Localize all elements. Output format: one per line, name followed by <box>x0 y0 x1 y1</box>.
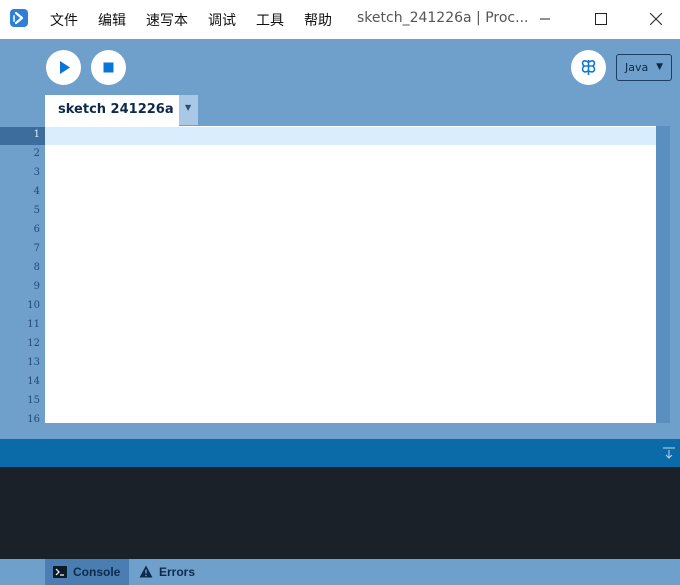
run-button[interactable] <box>46 50 81 85</box>
maximize-button[interactable] <box>578 0 624 39</box>
menu-help[interactable]: 帮助 <box>304 10 332 30</box>
title-bar: 文件 编辑 速写本 调试 工具 帮助 sketch_241226a | Proc… <box>0 0 680 39</box>
stop-button[interactable] <box>91 50 126 85</box>
mode-label: Java <box>625 61 649 74</box>
current-line-highlight <box>45 127 656 145</box>
tab-errors[interactable]: Errors <box>133 559 205 585</box>
line-number: 1 <box>33 129 40 140</box>
terminal-icon <box>53 566 67 578</box>
menu-file[interactable]: 文件 <box>50 10 78 30</box>
status-bar <box>0 439 680 467</box>
line-number: 8 <box>33 262 40 273</box>
line-number: 6 <box>33 224 40 235</box>
errors-label: Errors <box>159 565 196 579</box>
line-number: 14 <box>27 376 40 387</box>
mode-selector[interactable]: Java ▼ <box>616 54 672 81</box>
maximize-icon <box>595 13 607 25</box>
line-number: 4 <box>33 186 40 197</box>
tab-menu-button[interactable]: ▼ <box>179 95 198 125</box>
vertical-scrollbar[interactable] <box>656 126 670 423</box>
chevron-down-icon: ▼ <box>185 103 192 112</box>
stop-icon <box>103 62 114 73</box>
line-number: 5 <box>33 205 40 216</box>
processing-logo-icon <box>10 9 28 27</box>
line-number: 10 <box>27 300 40 311</box>
close-button[interactable] <box>633 0 679 39</box>
close-icon <box>650 13 662 25</box>
editor-bottom-margin <box>0 423 680 439</box>
console-label: Console <box>73 565 121 579</box>
menu-edit[interactable]: 编辑 <box>98 10 126 30</box>
line-number: 15 <box>27 395 40 406</box>
line-number: 13 <box>27 357 40 368</box>
line-number: 12 <box>27 338 40 349</box>
play-icon <box>60 61 70 74</box>
debugger-button[interactable] <box>571 50 606 85</box>
warning-icon <box>139 565 153 578</box>
chevron-down-icon: ▼ <box>656 62 663 72</box>
menu-debug[interactable]: 调试 <box>208 10 236 30</box>
debugger-butterfly-icon <box>581 60 596 75</box>
tab-label: sketch 241226a <box>58 102 174 117</box>
line-number: 9 <box>33 281 40 292</box>
tab-sketch[interactable]: sketch 241226a <box>45 95 179 126</box>
console-output[interactable] <box>0 467 680 559</box>
line-number: 2 <box>33 148 40 159</box>
code-editor[interactable] <box>45 126 656 423</box>
line-number: 11 <box>27 319 40 330</box>
minimize-icon <box>540 18 550 20</box>
minimize-button[interactable] <box>522 0 568 39</box>
tab-console[interactable]: Console <box>45 559 129 585</box>
menu-sketch[interactable]: 速写本 <box>146 10 188 30</box>
line-number: 7 <box>33 243 40 254</box>
line-number: 3 <box>33 167 40 178</box>
collapse-console-icon[interactable] <box>662 446 676 460</box>
scrollbar-thumb[interactable] <box>656 126 670 423</box>
window-title: sketch_241226a | Proc... <box>357 10 529 26</box>
menu-tools[interactable]: 工具 <box>256 10 284 30</box>
